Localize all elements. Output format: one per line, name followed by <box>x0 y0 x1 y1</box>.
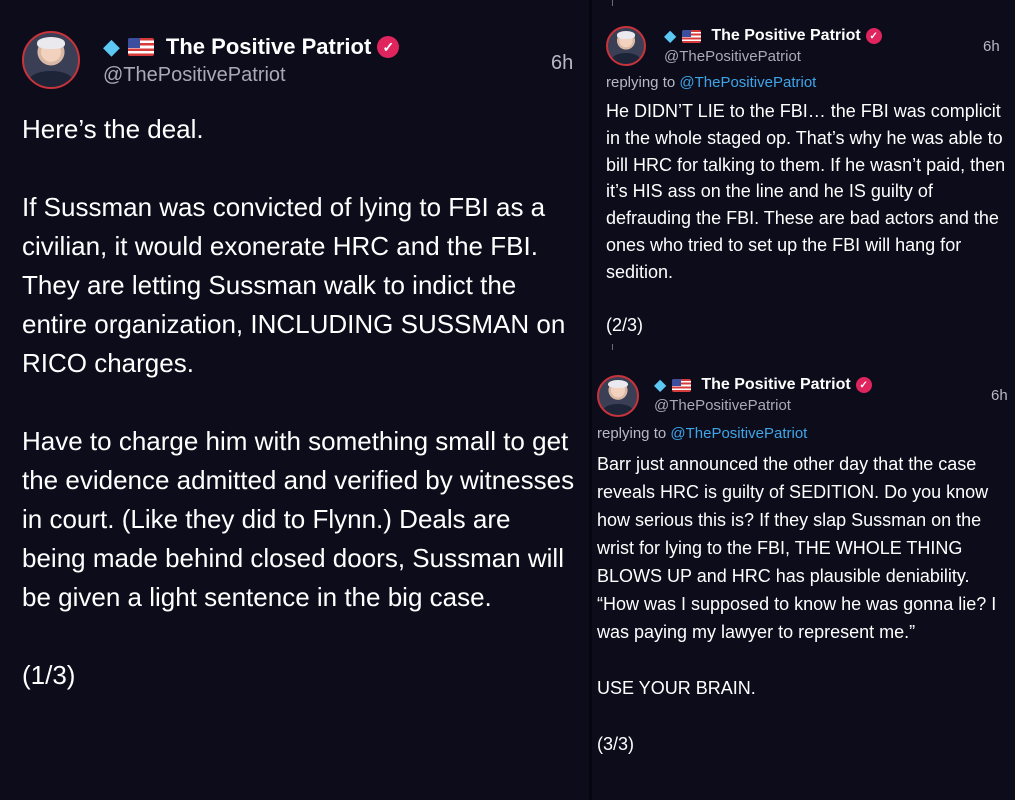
replying-to-label: replying to <box>606 74 680 91</box>
thread-line-top <box>612 0 613 6</box>
thread-line-bottom <box>612 344 613 350</box>
verified-badge-icon: ✓ <box>377 36 400 58</box>
display-name[interactable]: The Positive Patriot <box>166 34 371 60</box>
handle[interactable]: @ThePositivePatriot <box>103 64 286 87</box>
timestamp[interactable]: 6h <box>983 38 1000 55</box>
avatar[interactable] <box>606 26 646 66</box>
tweet-card-3[interactable]: ◆ The Positive Patriot ✓ @ThePositivePat… <box>592 352 1015 800</box>
timestamp[interactable]: 6h <box>551 52 573 75</box>
handle[interactable]: @ThePositivePatriot <box>654 397 791 414</box>
mention-link[interactable]: @ThePositivePatriot <box>679 74 816 91</box>
tweet-card-1[interactable]: ◆ The Positive Patriot ✓ @ThePositivePat… <box>0 0 589 800</box>
author-line: ◆ The Positive Patriot ✓ <box>103 33 400 61</box>
replying-to-label: replying to <box>597 425 671 442</box>
handle[interactable]: @ThePositivePatriot <box>664 48 801 65</box>
diamond-icon: ◆ <box>654 377 667 394</box>
tweet-body: Here’s the deal. If Sussman was convicte… <box>22 114 575 690</box>
display-name[interactable]: The Positive Patriot <box>711 27 860 45</box>
author-line: ◆ The Positive Patriot ✓ <box>664 26 882 46</box>
display-name[interactable]: The Positive Patriot <box>701 376 850 394</box>
verified-badge-icon: ✓ <box>865 28 882 44</box>
us-flag-icon <box>672 378 692 392</box>
replying-to-line: replying to @ThePositivePatriot <box>606 74 816 91</box>
replying-to-line: replying to @ThePositivePatriot <box>597 425 807 442</box>
us-flag-icon <box>682 29 702 43</box>
tweet-card-2[interactable]: ◆ The Positive Patriot ✓ @ThePositivePat… <box>592 0 1015 352</box>
tweet-body: Barr just announced the other day that t… <box>597 454 997 754</box>
diamond-icon: ◆ <box>664 28 677 45</box>
mention-link[interactable]: @ThePositivePatriot <box>670 425 807 442</box>
avatar[interactable] <box>597 375 639 417</box>
avatar[interactable] <box>22 31 80 89</box>
us-flag-icon <box>127 38 154 56</box>
author-line: ◆ The Positive Patriot ✓ <box>654 375 872 395</box>
verified-badge-icon: ✓ <box>855 377 872 393</box>
diamond-icon: ◆ <box>103 34 120 59</box>
tweet-body: He DIDN’T LIE to the FBI… the FBI was co… <box>606 101 1006 336</box>
timestamp[interactable]: 6h <box>991 387 1008 404</box>
